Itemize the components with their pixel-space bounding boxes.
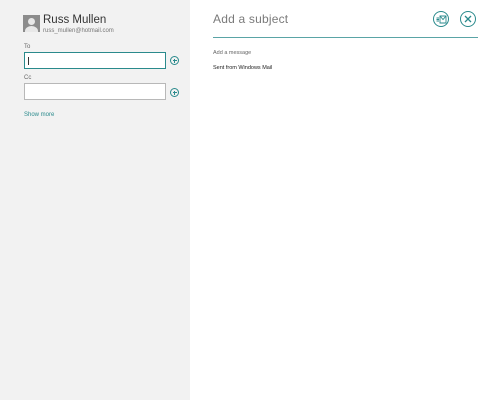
account-name: Russ Mullen	[43, 14, 107, 26]
add-to-recipient-icon[interactable]	[170, 56, 179, 65]
recipients-pane: Russ Mullen russ_mullen@hotmail.com To C…	[0, 0, 190, 400]
close-button[interactable]	[460, 11, 476, 27]
cc-label: Cc	[24, 75, 32, 81]
close-icon	[464, 15, 472, 23]
account-header: Russ Mullen russ_mullen@hotmail.com	[23, 14, 114, 35]
message-body-input[interactable]: Add a message	[213, 50, 251, 56]
subject-input[interactable]: Add a subject	[213, 12, 288, 26]
account-info: Russ Mullen russ_mullen@hotmail.com	[43, 14, 114, 35]
avatar	[23, 15, 40, 32]
show-more-link[interactable]: Show more	[24, 112, 54, 118]
account-email: russ_mullen@hotmail.com	[43, 28, 114, 34]
send-icon	[436, 15, 446, 23]
to-field[interactable]	[24, 52, 166, 69]
text-caret	[28, 57, 29, 65]
add-cc-recipient-icon[interactable]	[170, 88, 179, 97]
cc-field[interactable]	[24, 83, 166, 100]
subject-underline	[213, 37, 478, 38]
send-button[interactable]	[433, 11, 449, 27]
signature-text: Sent from Windows Mail	[213, 65, 273, 71]
to-label: To	[24, 44, 31, 50]
